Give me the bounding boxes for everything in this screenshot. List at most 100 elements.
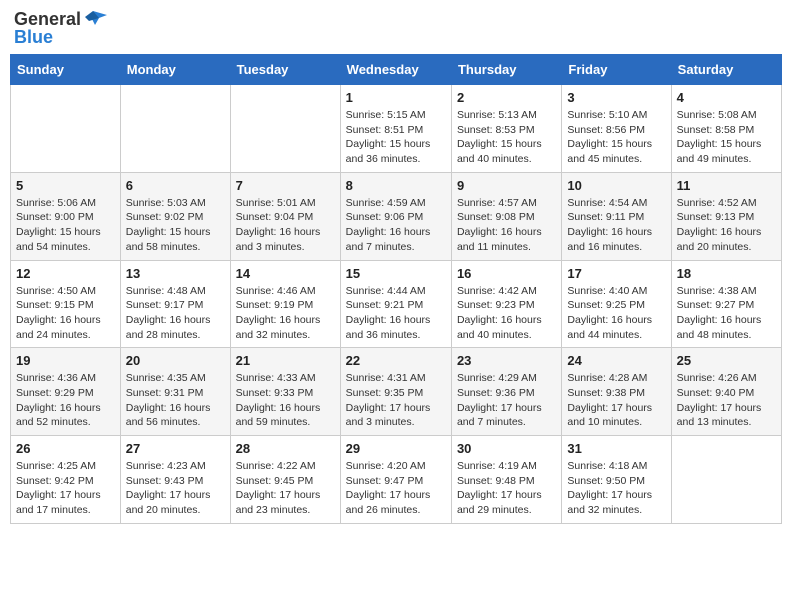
day-number: 16	[457, 266, 556, 281]
calendar-cell: 29Sunrise: 4:20 AMSunset: 9:47 PMDayligh…	[340, 436, 451, 524]
logo-general-text: General	[14, 10, 81, 28]
day-info: Sunrise: 5:10 AMSunset: 8:56 PMDaylight:…	[567, 108, 665, 167]
day-number: 12	[16, 266, 115, 281]
weekday-header-monday: Monday	[120, 55, 230, 85]
day-number: 29	[346, 441, 446, 456]
calendar-cell: 16Sunrise: 4:42 AMSunset: 9:23 PMDayligh…	[451, 260, 561, 348]
day-number: 18	[677, 266, 776, 281]
calendar-cell: 6Sunrise: 5:03 AMSunset: 9:02 PMDaylight…	[120, 172, 230, 260]
day-number: 20	[126, 353, 225, 368]
day-info: Sunrise: 4:31 AMSunset: 9:35 PMDaylight:…	[346, 371, 446, 430]
day-info: Sunrise: 4:57 AMSunset: 9:08 PMDaylight:…	[457, 196, 556, 255]
day-number: 9	[457, 178, 556, 193]
calendar-cell: 26Sunrise: 4:25 AMSunset: 9:42 PMDayligh…	[11, 436, 121, 524]
day-info: Sunrise: 4:26 AMSunset: 9:40 PMDaylight:…	[677, 371, 776, 430]
calendar-week-row: 1 Sunrise: 5:15 AMSunset: 8:51 PMDaylight…	[11, 85, 782, 173]
day-number: 24	[567, 353, 665, 368]
day-info: Sunrise: 4:19 AMSunset: 9:48 PMDaylight:…	[457, 459, 556, 518]
weekday-header-tuesday: Tuesday	[230, 55, 340, 85]
day-info: Sunrise: 4:35 AMSunset: 9:31 PMDaylight:…	[126, 371, 225, 430]
calendar-week-row: 19Sunrise: 4:36 AMSunset: 9:29 PMDayligh…	[11, 348, 782, 436]
page-header: General Blue	[10, 10, 782, 46]
day-number: 28	[236, 441, 335, 456]
calendar-cell: 3 Sunrise: 5:10 AMSunset: 8:56 PMDaylight…	[562, 85, 671, 173]
calendar-cell: 31 Sunrise: 4:18 AMSunset: 9:50 PMDayligh…	[562, 436, 671, 524]
calendar-cell: 8 Sunrise: 4:59 AMSunset: 9:06 PMDaylight…	[340, 172, 451, 260]
calendar-cell: 24 Sunrise: 4:28 AMSunset: 9:38 PMDayligh…	[562, 348, 671, 436]
calendar-cell	[120, 85, 230, 173]
day-info: Sunrise: 4:33 AMSunset: 9:33 PMDaylight:…	[236, 371, 335, 430]
day-number: 11	[677, 178, 776, 193]
weekday-header-friday: Friday	[562, 55, 671, 85]
day-number: 19	[16, 353, 115, 368]
calendar-cell: 13 Sunrise: 4:48 AMSunset: 9:17 PMDayligh…	[120, 260, 230, 348]
day-number: 31	[567, 441, 665, 456]
calendar-week-row: 12Sunrise: 4:50 AMSunset: 9:15 PMDayligh…	[11, 260, 782, 348]
day-info: Sunrise: 4:25 AMSunset: 9:42 PMDaylight:…	[16, 459, 115, 518]
day-number: 8	[346, 178, 446, 193]
day-number: 22	[346, 353, 446, 368]
calendar-cell: 28 Sunrise: 4:22 AMSunset: 9:45 PMDayligh…	[230, 436, 340, 524]
calendar-cell: 10Sunrise: 4:54 AMSunset: 9:11 PMDayligh…	[562, 172, 671, 260]
calendar-cell: 14 Sunrise: 4:46 AMSunset: 9:19 PMDayligh…	[230, 260, 340, 348]
weekday-header-row: SundayMondayTuesdayWednesdayThursdayFrid…	[11, 55, 782, 85]
day-number: 15	[346, 266, 446, 281]
day-info: Sunrise: 4:28 AMSunset: 9:38 PMDaylight:…	[567, 371, 665, 430]
weekday-header-sunday: Sunday	[11, 55, 121, 85]
calendar-cell: 22 Sunrise: 4:31 AMSunset: 9:35 PMDayligh…	[340, 348, 451, 436]
logo-blue-text: Blue	[14, 28, 53, 46]
day-info: Sunrise: 4:54 AMSunset: 9:11 PMDaylight:…	[567, 196, 665, 255]
day-info: Sunrise: 5:06 AMSunset: 9:00 PMDaylight:…	[16, 196, 115, 255]
day-number: 13	[126, 266, 225, 281]
calendar-cell: 15 Sunrise: 4:44 AMSunset: 9:21 PMDayligh…	[340, 260, 451, 348]
weekday-header-thursday: Thursday	[451, 55, 561, 85]
calendar-cell: 7 Sunrise: 5:01 AMSunset: 9:04 PMDaylight…	[230, 172, 340, 260]
calendar-cell: 23Sunrise: 4:29 AMSunset: 9:36 PMDayligh…	[451, 348, 561, 436]
day-number: 21	[236, 353, 335, 368]
calendar-cell: 21 Sunrise: 4:33 AMSunset: 9:33 PMDayligh…	[230, 348, 340, 436]
day-number: 14	[236, 266, 335, 281]
day-number: 7	[236, 178, 335, 193]
calendar-cell: 12Sunrise: 4:50 AMSunset: 9:15 PMDayligh…	[11, 260, 121, 348]
day-info: Sunrise: 5:08 AMSunset: 8:58 PMDaylight:…	[677, 108, 776, 167]
calendar-cell: 1 Sunrise: 5:15 AMSunset: 8:51 PMDaylight…	[340, 85, 451, 173]
calendar-cell: 2 Sunrise: 5:13 AMSunset: 8:53 PMDaylight…	[451, 85, 561, 173]
calendar-cell	[11, 85, 121, 173]
day-info: Sunrise: 4:38 AMSunset: 9:27 PMDaylight:…	[677, 284, 776, 343]
day-number: 1	[346, 90, 446, 105]
calendar-cell: 20 Sunrise: 4:35 AMSunset: 9:31 PMDayligh…	[120, 348, 230, 436]
calendar-cell: 18 Sunrise: 4:38 AMSunset: 9:27 PMDayligh…	[671, 260, 781, 348]
day-number: 4	[677, 90, 776, 105]
day-number: 2	[457, 90, 556, 105]
day-info: Sunrise: 5:03 AMSunset: 9:02 PMDaylight:…	[126, 196, 225, 255]
day-info: Sunrise: 4:46 AMSunset: 9:19 PMDaylight:…	[236, 284, 335, 343]
day-info: Sunrise: 4:52 AMSunset: 9:13 PMDaylight:…	[677, 196, 776, 255]
calendar-week-row: 26Sunrise: 4:25 AMSunset: 9:42 PMDayligh…	[11, 436, 782, 524]
calendar-cell: 5Sunrise: 5:06 AMSunset: 9:00 PMDaylight…	[11, 172, 121, 260]
weekday-header-saturday: Saturday	[671, 55, 781, 85]
calendar-cell: 19Sunrise: 4:36 AMSunset: 9:29 PMDayligh…	[11, 348, 121, 436]
day-number: 3	[567, 90, 665, 105]
logo: General Blue	[14, 10, 107, 46]
day-info: Sunrise: 5:15 AMSunset: 8:51 PMDaylight:…	[346, 108, 446, 167]
day-info: Sunrise: 4:18 AMSunset: 9:50 PMDaylight:…	[567, 459, 665, 518]
day-number: 30	[457, 441, 556, 456]
calendar-cell	[230, 85, 340, 173]
logo-bird-icon	[85, 9, 107, 27]
calendar-cell: 4 Sunrise: 5:08 AMSunset: 8:58 PMDaylight…	[671, 85, 781, 173]
day-info: Sunrise: 4:23 AMSunset: 9:43 PMDaylight:…	[126, 459, 225, 518]
day-info: Sunrise: 4:40 AMSunset: 9:25 PMDaylight:…	[567, 284, 665, 343]
calendar-cell: 27Sunrise: 4:23 AMSunset: 9:43 PMDayligh…	[120, 436, 230, 524]
calendar-cell: 11 Sunrise: 4:52 AMSunset: 9:13 PMDayligh…	[671, 172, 781, 260]
calendar-table: SundayMondayTuesdayWednesdayThursdayFrid…	[10, 54, 782, 524]
day-info: Sunrise: 5:01 AMSunset: 9:04 PMDaylight:…	[236, 196, 335, 255]
calendar-cell: 25Sunrise: 4:26 AMSunset: 9:40 PMDayligh…	[671, 348, 781, 436]
calendar-header: SundayMondayTuesdayWednesdayThursdayFrid…	[11, 55, 782, 85]
day-info: Sunrise: 4:48 AMSunset: 9:17 PMDaylight:…	[126, 284, 225, 343]
day-info: Sunrise: 5:13 AMSunset: 8:53 PMDaylight:…	[457, 108, 556, 167]
day-info: Sunrise: 4:59 AMSunset: 9:06 PMDaylight:…	[346, 196, 446, 255]
calendar-body: 1 Sunrise: 5:15 AMSunset: 8:51 PMDaylight…	[11, 85, 782, 524]
day-info: Sunrise: 4:22 AMSunset: 9:45 PMDaylight:…	[236, 459, 335, 518]
day-info: Sunrise: 4:44 AMSunset: 9:21 PMDaylight:…	[346, 284, 446, 343]
day-number: 23	[457, 353, 556, 368]
